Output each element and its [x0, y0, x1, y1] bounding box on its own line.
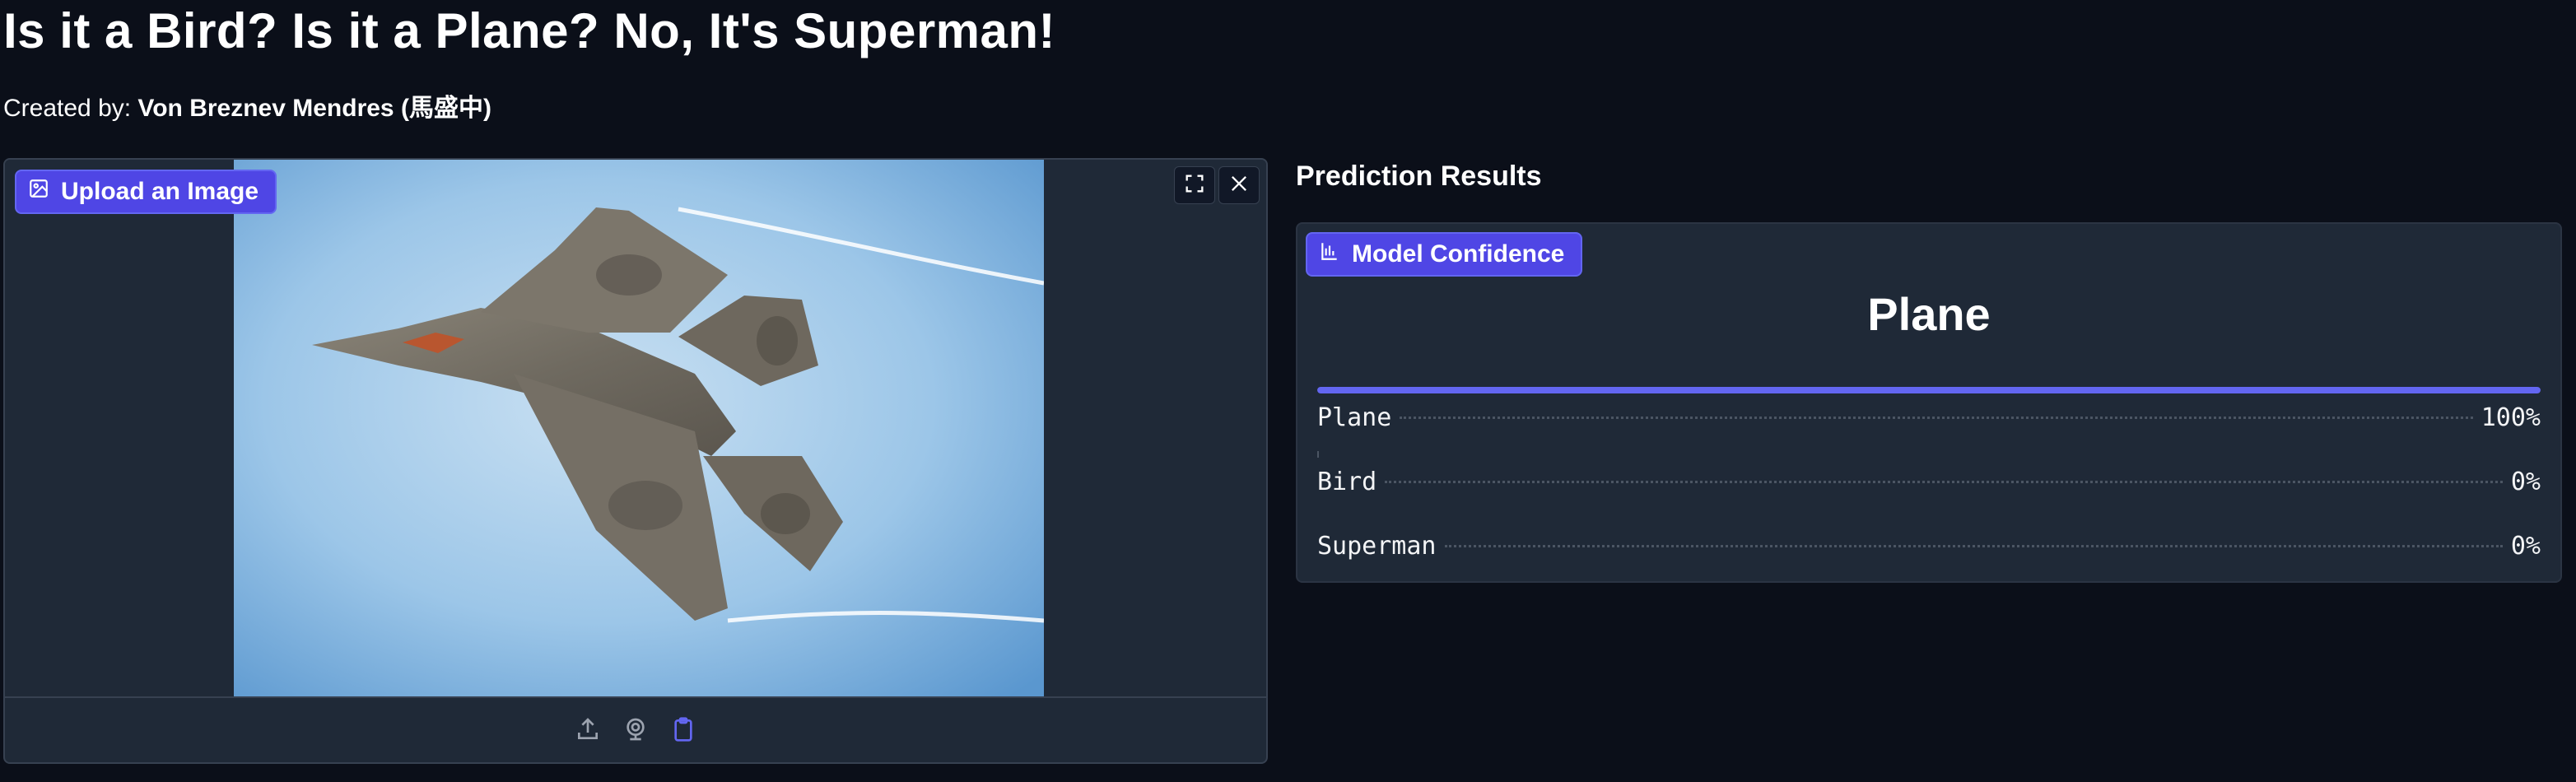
upload-image-badge: Upload an Image: [15, 170, 277, 214]
page-title: Is it a Bird? Is it a Plane? No, It's Su…: [3, 3, 1056, 58]
model-confidence-label: Model Confidence: [1352, 240, 1565, 268]
confidence-label: Plane: [1317, 403, 1392, 432]
image-input-panel[interactable]: Upload an Image: [3, 158, 1268, 764]
clipboard-icon: [670, 716, 696, 747]
confidence-label: Superman: [1317, 532, 1437, 561]
results-panel: Model Confidence Plane Plane 100% Bird 0…: [1296, 222, 2562, 583]
confidence-row-superman: Superman 0%: [1317, 532, 2541, 568]
upload-icon: [575, 716, 601, 747]
image-tools: [1174, 166, 1260, 204]
uploaded-jet-image: [234, 160, 1044, 696]
clear-image-button[interactable]: [1218, 166, 1260, 204]
confidence-row-bird: Bird 0%: [1317, 468, 2541, 504]
prediction-results-heading: Prediction Results: [1296, 161, 1542, 192]
top-prediction-label: Plane: [1867, 288, 1991, 340]
created-by-label: Created by:: [3, 95, 138, 122]
fullscreen-button[interactable]: [1174, 166, 1215, 204]
confidence-label: Bird: [1317, 468, 1377, 496]
confidence-value: 100%: [2481, 403, 2541, 432]
webcam-icon: [622, 716, 649, 747]
image-icon: [28, 178, 49, 206]
bar-chart-icon: [1319, 240, 1340, 268]
author-name: Von Breznev Mendres (馬盛中): [137, 95, 491, 122]
close-icon: [1227, 172, 1251, 199]
confidence-value: 0%: [2510, 532, 2541, 561]
webcam-source-button[interactable]: [621, 716, 650, 746]
upload-source-button[interactable]: [573, 716, 603, 746]
confidence-row-plane: Plane 100%: [1317, 403, 2541, 440]
dotted-leader: [1385, 481, 2503, 483]
dotted-leader: [1400, 417, 2473, 419]
top-confidence-fill: [1317, 387, 2541, 393]
image-preview-area[interactable]: [5, 160, 1266, 696]
image-source-bar: [5, 696, 1266, 762]
byline: Created by: Von Breznev Mendres (馬盛中): [3, 92, 491, 125]
top-confidence-bar: [1317, 387, 2541, 393]
clipboard-source-button[interactable]: [668, 716, 698, 746]
upload-image-label: Upload an Image: [61, 178, 259, 205]
model-confidence-badge: Model Confidence: [1306, 232, 1583, 277]
row-mini-bar: [1317, 451, 1319, 458]
fullscreen-icon: [1183, 172, 1206, 199]
confidence-value: 0%: [2510, 468, 2541, 496]
dotted-leader: [1444, 545, 2503, 547]
